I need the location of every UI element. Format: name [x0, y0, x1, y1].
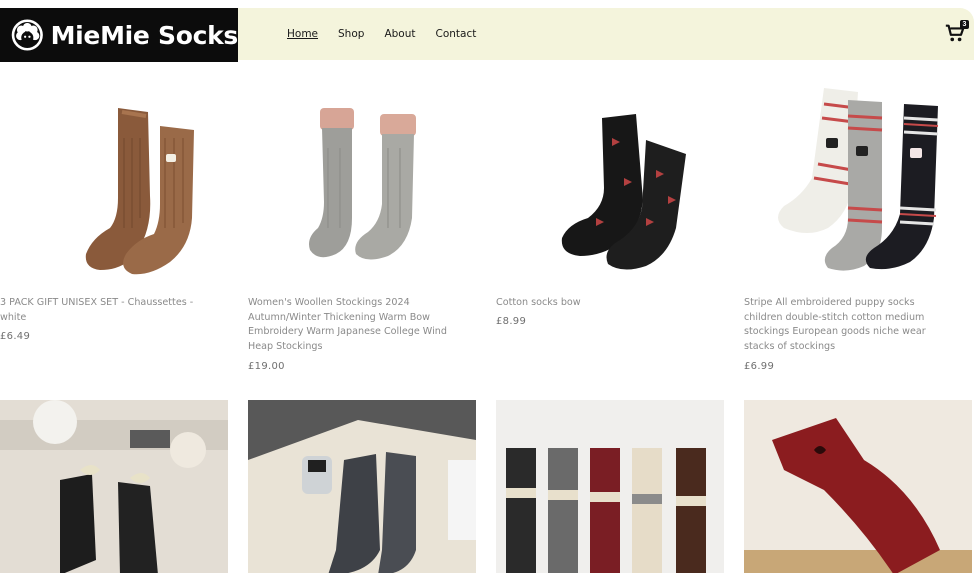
product-photo-image — [496, 400, 724, 573]
logo[interactable]: MieMie Socks — [0, 8, 238, 62]
product-photo[interactable] — [248, 400, 476, 573]
main-nav: Home Shop About Contact — [287, 8, 496, 60]
product-price: £6.99 — [744, 361, 775, 372]
product-image[interactable] — [248, 78, 476, 288]
product-name[interactable]: Stripe All embroidered puppy socks child… — [744, 296, 949, 354]
nav-shop[interactable]: Shop — [338, 28, 364, 40]
nav-contact[interactable]: Contact — [435, 28, 476, 40]
site-header: MieMie Socks Home Shop About Contact 3 — [0, 8, 974, 62]
cart-button[interactable]: 3 — [944, 20, 969, 44]
product-photo-image — [248, 400, 476, 573]
cart-count-badge: 3 — [960, 20, 969, 29]
nav-home[interactable]: Home — [287, 28, 318, 40]
product-photo[interactable] — [0, 400, 228, 573]
product-image[interactable] — [0, 78, 228, 288]
brand-name: MieMie Socks — [50, 20, 239, 50]
product-image[interactable] — [744, 78, 972, 288]
product-photo[interactable] — [496, 400, 724, 573]
product-photo-image — [744, 400, 972, 573]
sheep-icon — [11, 19, 43, 51]
product-photo[interactable] — [744, 400, 972, 573]
product-image[interactable] — [496, 78, 724, 288]
product-name[interactable]: Women's Woollen Stockings 2024 Autumn/Wi… — [248, 296, 453, 354]
product-photo-image — [0, 400, 228, 573]
nav-about[interactable]: About — [384, 28, 415, 40]
product-price: £19.00 — [248, 361, 285, 372]
product-name[interactable]: Cotton socks bow — [496, 296, 696, 311]
product-price: £6.49 — [0, 331, 31, 342]
product-price: £8.99 — [496, 316, 527, 327]
product-name[interactable]: 3 PACK GIFT UNISEX SET - Chaussettes - w… — [0, 296, 200, 325]
